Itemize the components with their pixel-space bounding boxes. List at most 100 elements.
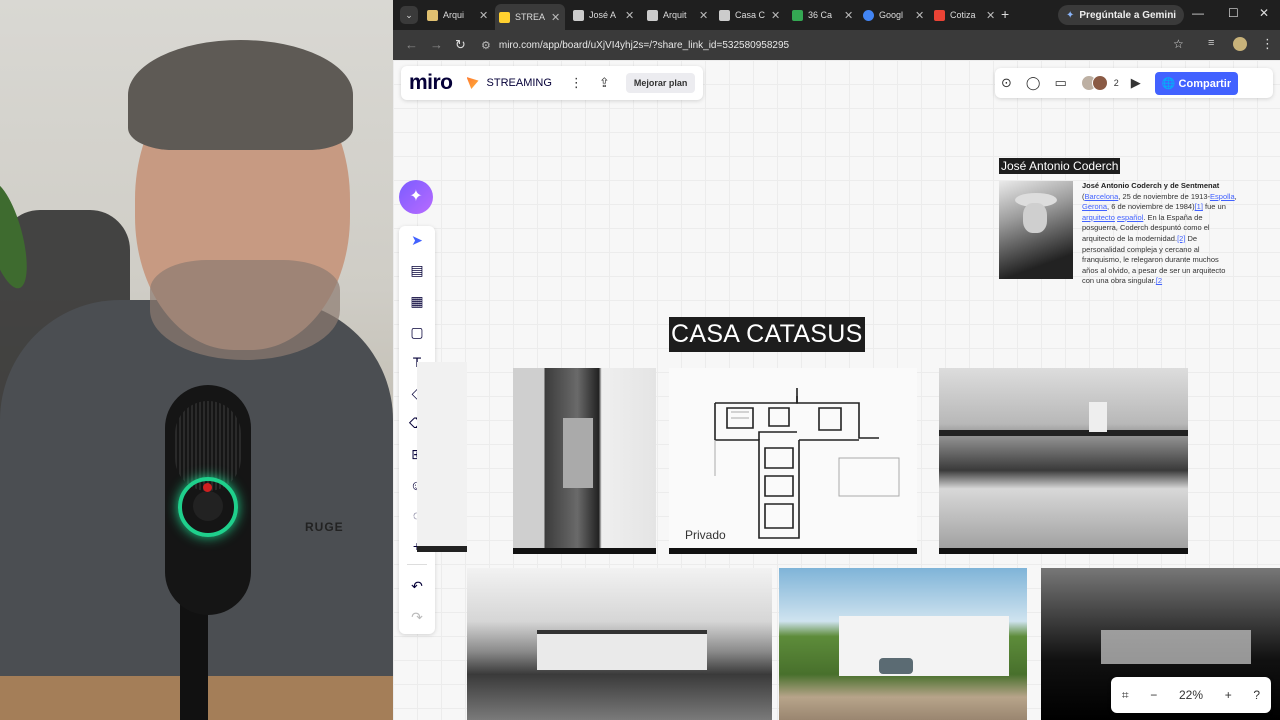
collaborator-count[interactable]: 2 [1114, 78, 1119, 88]
gemini-label: Pregúntale a Gemini [1079, 9, 1177, 21]
zoom-out-icon[interactable]: − [1150, 688, 1157, 702]
exterior-color-photo[interactable] [779, 568, 1027, 720]
gemini-spark-icon: ✦ [1066, 9, 1075, 21]
tab-favicon-icon [573, 9, 584, 21]
tab-close-icon[interactable]: ✕ [844, 9, 853, 22]
shirt-logo: RUGE [305, 520, 344, 534]
collab-toolbar: ⊙ ◯ ▭ 2 ▶ 🌐 Compartir [995, 68, 1273, 98]
courtyard-photo[interactable] [939, 368, 1188, 554]
tab-0[interactable]: Arqui ✕ [423, 4, 493, 26]
tab-1[interactable]: STREA ✕ [495, 4, 565, 30]
tab-favicon-icon [427, 9, 438, 21]
minimize-icon[interactable]: — [1192, 6, 1204, 20]
gemini-button[interactable]: ✦ Pregúntale a Gemini [1058, 5, 1185, 25]
close-window-icon[interactable]: ✕ [1259, 6, 1269, 20]
back-icon[interactable]: ← [405, 37, 418, 52]
microphone [165, 385, 251, 615]
tab-close-icon[interactable]: ✕ [479, 9, 488, 22]
ai-assistant-icon[interactable]: ✦ [399, 180, 433, 214]
table-icon[interactable]: ▦ [409, 293, 425, 309]
interior-photo[interactable] [513, 368, 656, 554]
fit-view-icon[interactable]: ⌗ [1122, 688, 1129, 703]
export-icon[interactable]: ⇪ [599, 75, 610, 91]
tab-close-icon[interactable]: ✕ [986, 9, 995, 22]
forward-icon[interactable]: → [430, 37, 443, 52]
collaborator-avatars[interactable] [1080, 75, 1108, 91]
architect-bio[interactable]: José Antonio Coderch y de Sentmenat (Bar… [1082, 181, 1237, 287]
reload-icon[interactable]: ↻ [455, 37, 466, 53]
tab-close-icon[interactable]: ✕ [625, 9, 634, 22]
url-field[interactable]: ⚙ miro.com/app/board/uXjVI4yhj2s=/?share… [481, 35, 1191, 55]
sticky-note-icon[interactable]: ▢ [409, 324, 425, 340]
zoom-level[interactable]: 22% [1179, 688, 1203, 702]
tab-title: José A [589, 10, 617, 20]
ref-link[interactable]: [2 [1156, 276, 1162, 285]
tab-6[interactable]: Googl ✕ [859, 4, 929, 26]
photo-doorway [563, 418, 593, 488]
tab-3[interactable]: Arquit ✕ [643, 4, 713, 26]
tab-5[interactable]: 36 Ca ✕ [788, 4, 858, 26]
profile-avatar[interactable] [1233, 37, 1247, 51]
tab-favicon-icon [863, 9, 874, 21]
extensions-icon[interactable]: ≡ [1208, 37, 1214, 49]
undo-icon[interactable]: ↶ [409, 578, 425, 594]
board-header: miro STREAMING ⋮ ⇪ Mejorar plan [401, 66, 704, 100]
presenter-hair [128, 40, 353, 150]
upgrade-button[interactable]: Mejorar plan [625, 73, 696, 93]
link-barcelona[interactable]: Barcelona [1085, 192, 1119, 201]
board-menu-icon[interactable]: ⋮ [570, 75, 583, 91]
zoom-controls: ⌗ − 22% + ? [1111, 677, 1271, 713]
zoom-in-icon[interactable]: + [1225, 688, 1232, 702]
tab-close-icon[interactable]: ✕ [551, 11, 560, 24]
floor-plan-image[interactable] [669, 368, 917, 554]
tab-close-icon[interactable]: ✕ [699, 9, 708, 22]
tab-bar: ⌄ Arqui ✕ STREA ✕ José A ✕ Arquit ✕ Casa… [393, 0, 1280, 30]
link-espolla[interactable]: Espolla [1210, 192, 1235, 201]
offscreen-card[interactable] [417, 362, 467, 552]
share-button[interactable]: 🌐 Compartir [1154, 71, 1239, 95]
video-icon[interactable]: ▭ [1054, 75, 1066, 91]
tab-search-icon[interactable]: ⌄ [400, 6, 418, 24]
photo-house [537, 630, 707, 670]
browser-window: ⌄ Arqui ✕ STREA ✕ José A ✕ Arquit ✕ Casa… [393, 0, 1280, 720]
bio-text: , [1234, 191, 1237, 201]
tab-4[interactable]: Casa C ✕ [715, 4, 785, 26]
link-gerona[interactable]: Gerona [1082, 202, 1107, 211]
tab-title: Cotiza [950, 10, 976, 20]
miro-logo[interactable]: miro [409, 71, 453, 95]
new-tab-icon[interactable]: + [1001, 6, 1009, 22]
link-espanol[interactable]: español [1117, 213, 1143, 222]
redo-icon[interactable]: ↷ [409, 609, 425, 625]
link-arquitecto[interactable]: arquitecto [1082, 213, 1115, 222]
floor-plan-drawing [714, 388, 900, 539]
tab-close-icon[interactable]: ✕ [915, 9, 924, 22]
browser-menu-icon[interactable]: ⋮ [1261, 36, 1274, 52]
site-info-icon[interactable]: ⚙ [481, 39, 491, 52]
tab-7[interactable]: Cotiza ✕ [930, 4, 1000, 26]
casa-catasus-title[interactable]: CASA CATASUS [669, 317, 865, 352]
architect-heading[interactable]: José Antonio Coderch [999, 158, 1121, 174]
miro-board-canvas[interactable]: miro STREAMING ⋮ ⇪ Mejorar plan ⊙ ◯ ▭ 2 … [393, 60, 1280, 720]
templates-icon[interactable]: ▤ [409, 262, 425, 278]
caption-strip [939, 548, 1188, 554]
present-icon[interactable]: ▶ [1131, 75, 1141, 91]
tab-close-icon[interactable]: ✕ [771, 9, 780, 22]
avatar [1091, 75, 1108, 91]
share-label: Compartir [1178, 77, 1232, 90]
architect-portrait[interactable] [999, 181, 1073, 279]
chat-icon[interactable]: ◯ [1026, 75, 1041, 91]
tab-title: 36 Ca [808, 10, 833, 20]
toolbar-divider [407, 564, 427, 565]
ref-link[interactable]: [1] [1195, 202, 1203, 211]
help-icon[interactable]: ? [1253, 688, 1260, 702]
board-name[interactable]: STREAMING [487, 77, 552, 89]
plan-label-text[interactable]: Privado [685, 528, 726, 542]
select-tool-icon[interactable]: ➤ [409, 232, 425, 248]
tab-2[interactable]: José A ✕ [569, 4, 639, 26]
tab-favicon-icon [719, 9, 730, 21]
maximize-icon[interactable]: ☐ [1228, 6, 1239, 20]
exterior-bw-photo[interactable] [467, 568, 772, 720]
board-flag-icon [466, 77, 479, 89]
bookmark-star-icon[interactable]: ☆ [1173, 37, 1184, 51]
reactions-icon[interactable]: ⊙ [1001, 75, 1012, 91]
